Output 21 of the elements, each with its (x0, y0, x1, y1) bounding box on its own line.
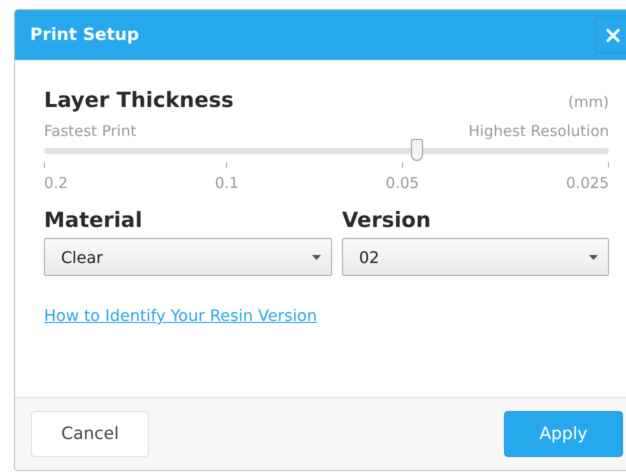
tick-label: 0.05 (386, 174, 420, 192)
tick-mark (402, 162, 403, 168)
tick-mark (44, 162, 45, 168)
field-label: Version (342, 208, 432, 232)
caret-icon (589, 254, 598, 260)
field-label: Material (44, 208, 144, 232)
section-title: Layer Thickness (44, 88, 234, 112)
caret-icon (312, 254, 321, 260)
tick-mark (226, 162, 228, 168)
tick-label: 0.2 (44, 174, 68, 192)
slider-min-label: Fastest Print (44, 122, 136, 140)
tick-mark (608, 162, 609, 168)
dropdown[interactable]: Clear (44, 238, 332, 276)
tick-label: 0.025 (566, 174, 609, 192)
cancel-button[interactable]: Cancel (31, 411, 149, 457)
dropdown[interactable]: 02 (342, 238, 609, 276)
slider-max-label: Highest Resolution (468, 122, 609, 140)
window-title: Print Setup (30, 25, 139, 45)
tick-label: 0.1 (214, 174, 239, 192)
unit-label: (mm) (568, 93, 609, 111)
slider-thumb[interactable] (410, 139, 423, 161)
